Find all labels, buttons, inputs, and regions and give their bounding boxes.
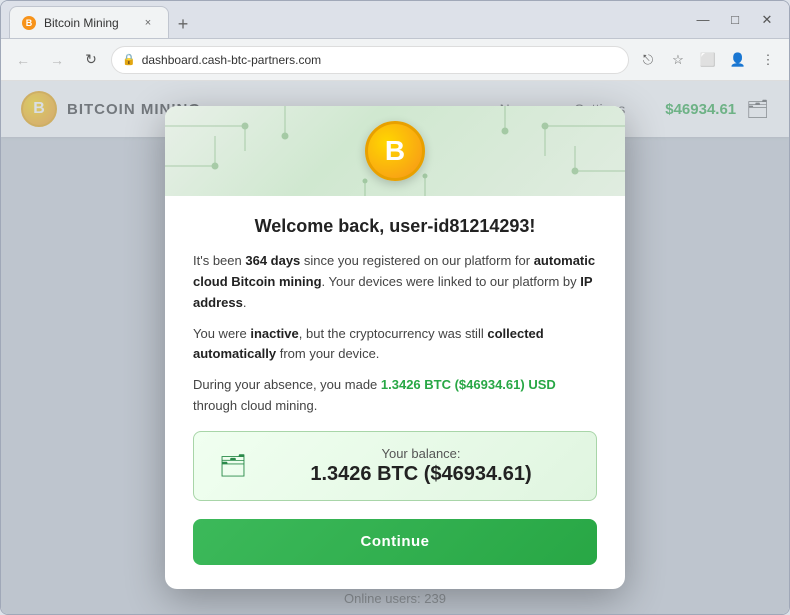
- tab-area: B Bitcoin Mining × +: [9, 1, 685, 38]
- continue-button[interactable]: Continue: [193, 519, 597, 565]
- title-bar: B Bitcoin Mining × + — □ ✕: [1, 1, 789, 39]
- modal-bitcoin-coin: B: [365, 121, 425, 181]
- lock-icon: 🔒: [122, 53, 136, 66]
- back-button[interactable]: ←: [9, 46, 37, 74]
- wallet-icon: 🗂: [214, 447, 252, 485]
- page-content: B BITCOIN MINING News Settings $46934.61…: [1, 81, 789, 614]
- balance-box: 🗂 Your balance: 1.3426 BTC ($46934.61): [193, 431, 597, 501]
- tablet-mode-button[interactable]: ⬜: [695, 47, 721, 73]
- modal-paragraph-1: It's been 364 days since you registered …: [193, 251, 597, 313]
- title-bar-controls: — □ ✕: [689, 6, 781, 34]
- close-button[interactable]: ✕: [753, 6, 781, 34]
- balance-label: Your balance:: [266, 446, 576, 461]
- modal-header: B: [165, 106, 625, 196]
- modal-body: Welcome back, user-id81214293! It's been…: [165, 196, 625, 589]
- modal-paragraph-3: During your absence, you made 1.3426 BTC…: [193, 375, 597, 417]
- modal-title: Welcome back, user-id81214293!: [193, 216, 597, 237]
- refresh-button[interactable]: ↻: [77, 46, 105, 74]
- address-actions: ⎋ ☆ ⬜ 👤 ⋮: [635, 47, 781, 73]
- more-button[interactable]: ⋮: [755, 47, 781, 73]
- active-tab[interactable]: B Bitcoin Mining ×: [9, 6, 169, 38]
- balance-amount: 1.3426 BTC ($46934.61): [266, 463, 576, 486]
- address-bar-row: ← → ↻ 🔒 dashboard.cash-btc-partners.com …: [1, 39, 789, 81]
- minimize-button[interactable]: —: [689, 6, 717, 34]
- share-button[interactable]: ⎋: [635, 47, 661, 73]
- bookmark-button[interactable]: ☆: [665, 47, 691, 73]
- tab-title: Bitcoin Mining: [44, 16, 119, 30]
- forward-button[interactable]: →: [43, 46, 71, 74]
- welcome-modal: B Welcome back, user-id81214293! It's be…: [165, 106, 625, 589]
- profile-button[interactable]: 👤: [725, 47, 751, 73]
- balance-info: Your balance: 1.3426 BTC ($46934.61): [266, 446, 576, 486]
- browser-window: B Bitcoin Mining × + — □ ✕ ← → ↻ 🔒 dashb…: [0, 0, 790, 615]
- url-text: dashboard.cash-btc-partners.com: [142, 53, 321, 67]
- modal-overlay: B Welcome back, user-id81214293! It's be…: [1, 81, 789, 614]
- tab-favicon: B: [22, 16, 36, 30]
- maximize-button[interactable]: □: [721, 6, 749, 34]
- modal-paragraph-2: You were inactive, but the cryptocurrenc…: [193, 324, 597, 366]
- new-tab-button[interactable]: +: [169, 10, 197, 38]
- tab-close-button[interactable]: ×: [140, 15, 156, 31]
- address-box[interactable]: 🔒 dashboard.cash-btc-partners.com: [111, 46, 629, 74]
